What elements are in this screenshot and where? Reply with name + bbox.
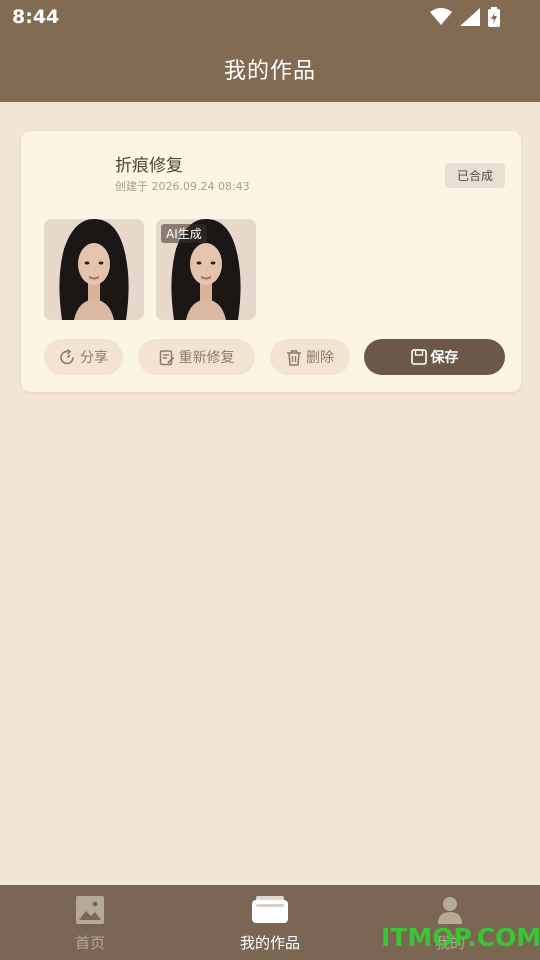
delete-button-label: 删除 [306, 350, 334, 366]
watermark: ITMOP.COM [381, 923, 540, 952]
nav-label-my-works: 我的作品 [239, 934, 300, 952]
original-photo-thumbnail[interactable] [44, 219, 144, 320]
ai-result-photo-thumbnail[interactable]: AI生成 [156, 219, 256, 320]
page-title: 我的作品 [223, 59, 316, 84]
share-icon [60, 348, 74, 364]
nav-item-home[interactable]: 首页 [0, 885, 180, 960]
folder-icon [252, 896, 288, 923]
redo-repair-label: 重新修复 [178, 350, 235, 366]
status-bar: 8:44 [0, 0, 540, 36]
delete-button[interactable]: 删除 [270, 339, 350, 375]
work-created-date: 创建于 2026.09.24 08:43 [115, 180, 250, 193]
battery-icon [488, 7, 500, 27]
nav-label-home: 首页 [74, 934, 105, 952]
trash-icon [287, 349, 301, 366]
work-title: 折痕修复 [115, 156, 183, 176]
edit-document-icon [159, 349, 174, 365]
app-header: 我的作品 [0, 36, 540, 102]
status-badge: 已合成 [445, 163, 505, 188]
share-button[interactable]: 分享 [44, 339, 123, 375]
ai-generated-tag: AI生成 [161, 224, 207, 243]
status-time: 8:44 [12, 6, 60, 28]
image-icon [76, 896, 104, 924]
redo-repair-button[interactable]: 重新修复 [138, 339, 255, 375]
save-icon [410, 349, 427, 365]
share-button-label: 分享 [80, 350, 108, 366]
nav-item-my-works[interactable]: 我的作品 [180, 885, 360, 960]
save-button[interactable]: 保存 [364, 339, 505, 375]
wifi-icon [430, 8, 452, 25]
signal-icon [460, 8, 480, 26]
work-card[interactable]: 折痕修复 创建于 2026.09.24 08:43 已合成 AI生成 分享 重新… [21, 131, 521, 392]
person-icon [438, 897, 462, 924]
save-button-label: 保存 [430, 350, 459, 366]
status-icons [430, 6, 500, 28]
